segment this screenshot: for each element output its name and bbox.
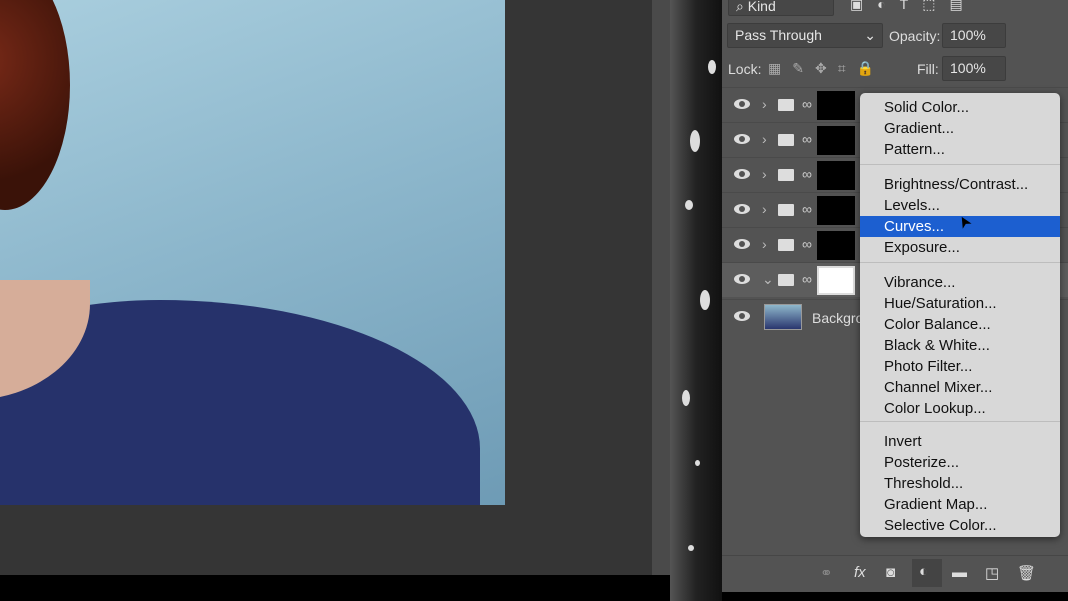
filter-kind-label: Kind (747, 0, 776, 14)
folder-icon (778, 99, 794, 111)
photo-image (0, 0, 505, 505)
menu-item[interactable]: Pattern... (860, 139, 1060, 160)
menu-item[interactable]: Invert (860, 431, 1060, 452)
new-group-icon[interactable]: ▬ (952, 564, 967, 581)
eye-icon[interactable] (734, 204, 750, 214)
layer-mask-thumbnail[interactable] (817, 231, 855, 260)
layer-name: Backgro (812, 310, 864, 326)
filter-kind-select[interactable]: ⌕ Kind (728, 0, 834, 16)
menu-item[interactable]: Channel Mixer... (860, 377, 1060, 398)
menu-item[interactable]: Solid Color... (860, 97, 1060, 118)
layer-mask-thumbnail[interactable] (817, 126, 855, 155)
folder-icon (778, 239, 794, 251)
adjustment-layer-icon[interactable]: ◐ (912, 559, 942, 587)
layer-mask-thumbnail[interactable] (817, 161, 855, 190)
folder-icon (778, 274, 794, 286)
link-icon: ∞ (802, 201, 812, 217)
lock-icons[interactable]: ▦✎✥⌗🔒 (768, 60, 885, 77)
folder-icon (778, 134, 794, 146)
menu-separator (860, 164, 1060, 165)
adjustment-layer-menu: Solid Color... Gradient... Pattern... Brigh… (860, 93, 1060, 537)
eye-icon[interactable] (734, 311, 750, 321)
filter-icons[interactable]: ▣◐T⬚▤ (850, 0, 977, 13)
blend-mode-select[interactable]: Pass Through ⌄ (727, 23, 883, 48)
menu-item[interactable]: Photo Filter... (860, 356, 1060, 377)
lock-label: Lock: (728, 61, 762, 77)
menu-separator (860, 421, 1060, 422)
hair (0, 0, 70, 210)
eye-icon[interactable] (734, 239, 750, 249)
menu-item[interactable]: Brightness/Contrast... (860, 174, 1060, 195)
folder-icon (778, 169, 794, 181)
chevron-right-icon[interactable]: › (762, 236, 767, 252)
menu-item[interactable]: Posterize... (860, 452, 1060, 473)
menu-item[interactable]: Vibrance... (860, 272, 1060, 293)
menu-item[interactable]: Selective Color... (860, 515, 1060, 536)
menu-item[interactable]: Hue/Saturation... (860, 293, 1060, 314)
menu-item[interactable]: Color Lookup... (860, 398, 1060, 419)
chevron-down-icon: ⌄ (864, 27, 876, 43)
chevron-right-icon[interactable]: › (762, 201, 767, 217)
eye-icon[interactable] (734, 134, 750, 144)
opacity-label: Opacity: (889, 28, 941, 44)
layer-thumbnail (764, 304, 802, 330)
eye-icon[interactable] (734, 99, 750, 109)
menu-separator (860, 262, 1060, 263)
fill-input[interactable]: 100% (942, 56, 1006, 81)
new-layer-icon[interactable]: ◳ (985, 564, 999, 582)
menu-item[interactable]: Black & White... (860, 335, 1060, 356)
document-canvas[interactable] (0, 0, 652, 575)
menu-item[interactable]: Color Balance... (860, 314, 1060, 335)
chevron-right-icon[interactable]: › (762, 96, 767, 112)
menu-item[interactable]: Threshold... (860, 473, 1060, 494)
link-icon: ∞ (802, 236, 812, 252)
chevron-right-icon[interactable]: › (762, 131, 767, 147)
layer-mask-thumbnail[interactable] (817, 196, 855, 225)
link-icon: ∞ (802, 131, 812, 147)
opacity-value: 100% (950, 27, 986, 43)
menu-item[interactable]: Levels... (860, 195, 1060, 216)
folder-icon (778, 204, 794, 216)
blend-mode-value: Pass Through (735, 27, 822, 43)
chevron-right-icon[interactable]: › (762, 166, 767, 182)
link-icon: ∞ (802, 96, 812, 112)
add-mask-icon[interactable]: ◙ (886, 564, 895, 581)
fill-label: Fill: (917, 61, 939, 77)
link-layers-icon[interactable]: ⚭ (820, 564, 833, 582)
layers-panel-footer: ⚭ fx ◙ ◐ ▬ ◳ 🗑 (722, 555, 1068, 592)
menu-item[interactable]: Exposure... (860, 237, 1060, 258)
chevron-down-icon[interactable]: ⌄ (762, 271, 774, 288)
layer-mask-thumbnail[interactable] (817, 91, 855, 120)
background-texture (670, 0, 722, 601)
eye-icon[interactable] (734, 169, 750, 179)
link-icon: ∞ (802, 166, 812, 182)
menu-item[interactable]: Gradient... (860, 118, 1060, 139)
link-icon: ∞ (802, 271, 812, 287)
menu-item[interactable]: Gradient Map... (860, 494, 1060, 515)
scrollbar[interactable] (652, 0, 670, 575)
search-icon: ⌕ (736, 0, 748, 14)
fill-value: 100% (950, 60, 986, 76)
trash-icon[interactable]: 🗑 (1017, 564, 1036, 582)
eye-icon[interactable] (734, 274, 750, 284)
layer-mask-thumbnail[interactable] (817, 266, 855, 295)
fx-icon[interactable]: fx (854, 564, 866, 581)
opacity-input[interactable]: 100% (942, 23, 1006, 48)
